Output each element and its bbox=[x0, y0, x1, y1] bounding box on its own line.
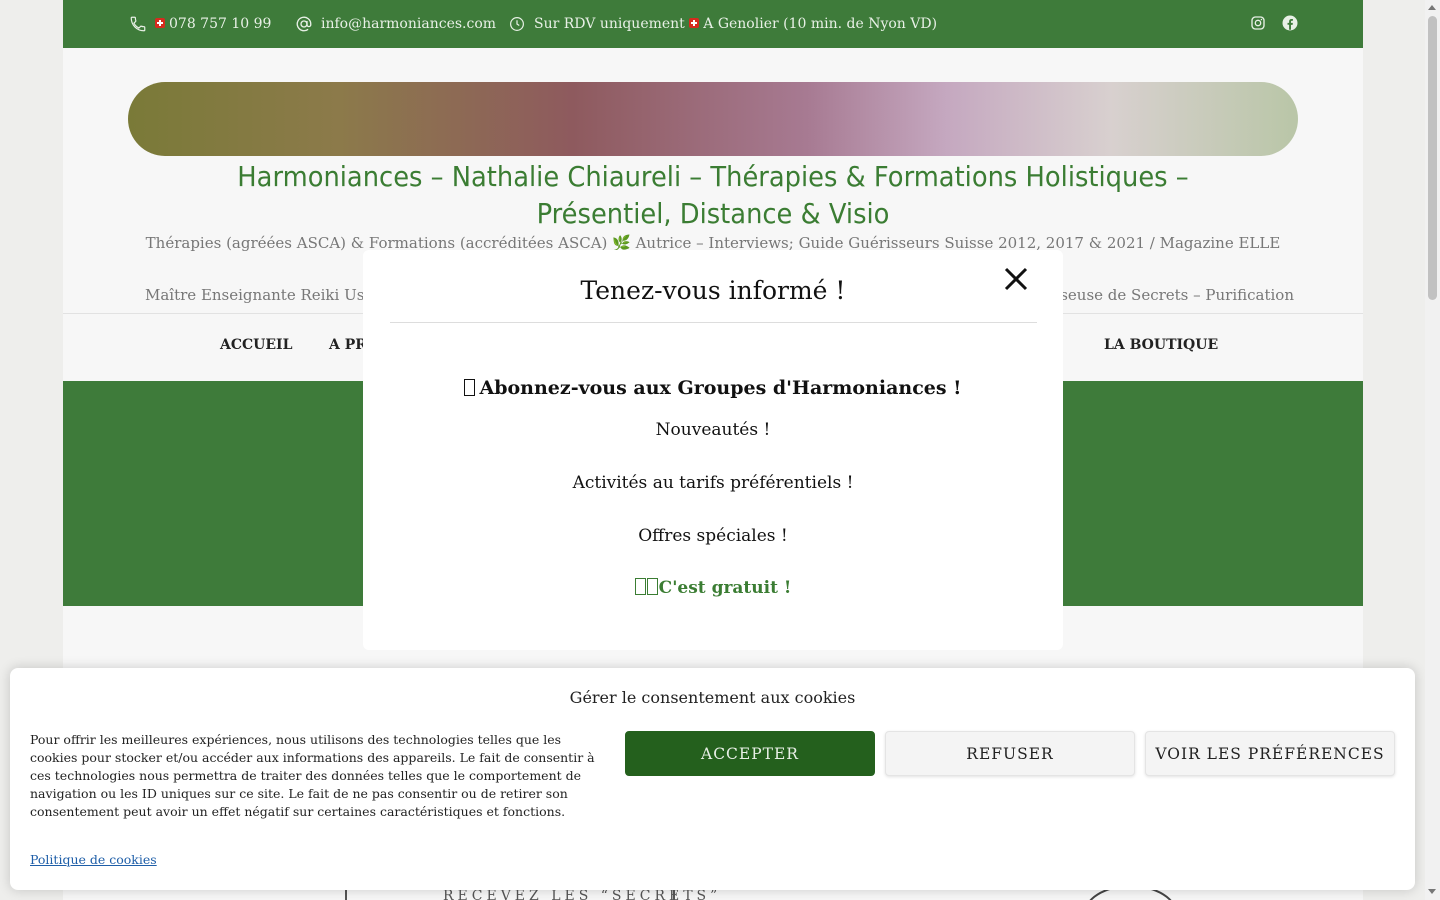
modal-body: Abonnez-vous aux Groupes d'Harmoniances … bbox=[363, 374, 1063, 600]
modal-heading: Abonnez-vous aux Groupes d'Harmoniances … bbox=[479, 377, 962, 399]
cookie-description: Pour offrir les meilleures expériences, … bbox=[30, 732, 595, 819]
newsletter-modal: Tenez-vous informé ! Abonnez-vous aux Gr… bbox=[363, 250, 1063, 650]
modal-line-offers: Offres spéciales ! bbox=[638, 526, 788, 546]
close-button[interactable] bbox=[1001, 264, 1031, 294]
scroll-down-arrow[interactable] bbox=[1428, 889, 1436, 894]
emoji-placeholder-icon bbox=[646, 578, 658, 595]
refuse-button[interactable]: REFUSER bbox=[885, 731, 1135, 776]
accept-button[interactable]: ACCEPTER bbox=[625, 731, 875, 776]
modal-free-link[interactable]: C'est gratuit ! bbox=[659, 578, 792, 598]
modal-divider bbox=[390, 322, 1037, 323]
cookie-consent-banner: Gérer le consentement aux cookies Pour o… bbox=[10, 668, 1415, 890]
close-icon bbox=[1004, 267, 1028, 291]
scroll-thumb[interactable] bbox=[1428, 16, 1437, 300]
emoji-placeholder-icon bbox=[634, 578, 646, 595]
emoji-placeholder-icon bbox=[464, 379, 476, 396]
cookie-title: Gérer le consentement aux cookies bbox=[569, 688, 856, 707]
scrollbar[interactable] bbox=[1425, 0, 1440, 900]
scroll-up-arrow[interactable] bbox=[1428, 5, 1436, 10]
preferences-button[interactable]: VOIR LES PRÉFÉRENCES bbox=[1145, 731, 1395, 776]
modal-title: Tenez-vous informé ! bbox=[580, 276, 846, 305]
modal-line-rates: Activités au tarifs préférentiels ! bbox=[572, 473, 854, 493]
cookie-policy-link[interactable]: Politique de cookies bbox=[30, 852, 157, 867]
modal-line-news: Nouveautés ! bbox=[655, 420, 771, 440]
